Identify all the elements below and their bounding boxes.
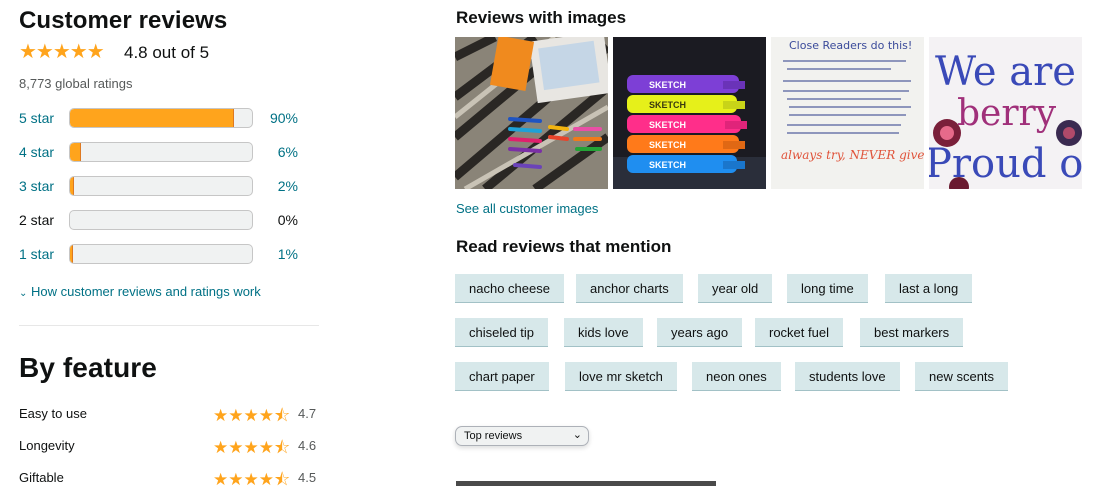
feature-name: Easy to use: [19, 406, 87, 421]
svg-text:SKETCH: SKETCH: [649, 100, 686, 110]
review-image-2[interactable]: SKETCH SKETCH SKETCH SKETCH SKETCH: [613, 37, 766, 189]
sort-select[interactable]: Top reviews ⌄: [455, 426, 589, 446]
histogram-star-label[interactable]: 4 star: [19, 144, 54, 160]
feature-rating-value: 4.6: [298, 438, 317, 453]
histogram-bar: [69, 244, 253, 264]
histogram-percent[interactable]: 90%: [258, 110, 298, 126]
histogram-bar: [69, 142, 253, 162]
histogram-bar: [69, 108, 253, 128]
chart-heading: Close Readers do this!: [789, 39, 912, 52]
histogram-percent[interactable]: 2%: [258, 178, 298, 194]
chart-footer: always try, NEVER give up!: [781, 148, 924, 162]
berry-text-3: Proud of You: [929, 141, 1082, 187]
mention-chip[interactable]: new scents: [915, 362, 1009, 391]
mention-chip[interactable]: last a long: [885, 274, 973, 303]
mention-chip[interactable]: rocket fuel: [755, 318, 843, 347]
feature-row: Longevity ★★★★⯪ 4.6: [19, 436, 319, 457]
berry-text: We are: [935, 49, 1076, 95]
chevron-down-icon: ⌄: [19, 288, 28, 299]
mention-chip[interactable]: love mr sketch: [565, 362, 677, 391]
review-image-1[interactable]: [455, 37, 608, 189]
mention-chip[interactable]: year old: [698, 274, 773, 303]
histogram-row[interactable]: 4 star 6%: [19, 142, 319, 164]
histogram-bar-fill: [70, 109, 234, 127]
feature-stars-icon: ★★★★⯪: [213, 406, 291, 425]
review-image-4[interactable]: We are berry Proud of You: [929, 37, 1082, 189]
rating-stars: ★★★★★: [19, 39, 105, 64]
feature-row: Easy to use ★★★★⯪ 4.7: [19, 404, 319, 425]
divider: [19, 325, 319, 326]
feature-rating-value: 4.5: [298, 470, 317, 485]
histogram-percent: 0%: [277, 212, 298, 228]
histogram-bar-fill: [70, 177, 74, 195]
chevron-down-icon: ⌄: [572, 429, 582, 441]
histogram-row[interactable]: 3 star 2%: [19, 176, 319, 198]
how-reviews-work-link[interactable]: ⌄ How customer reviews and ratings work: [19, 284, 261, 299]
histogram-row[interactable]: 5 star 90%: [19, 108, 319, 130]
feature-rating-value: 4.7: [298, 406, 317, 421]
histogram-star-label[interactable]: 5 star: [19, 110, 54, 126]
svg-text:SKETCH: SKETCH: [649, 140, 686, 150]
svg-text:SKETCH: SKETCH: [649, 160, 686, 170]
feature-name: Longevity: [19, 438, 75, 453]
mention-chip[interactable]: nacho cheese: [455, 274, 564, 303]
histogram-star-label[interactable]: 1 star: [19, 246, 54, 262]
histogram-percent[interactable]: 1%: [258, 246, 298, 262]
markers-on-rug-image: [455, 37, 608, 189]
global-ratings-count: 8,773 global ratings: [19, 76, 133, 91]
rating-text: 4.8 out of 5: [124, 43, 210, 62]
mention-chip[interactable]: chart paper: [455, 362, 549, 391]
sort-select-value: Top reviews: [464, 430, 523, 442]
berry-proud-image: We are berry Proud of You: [929, 37, 1082, 189]
see-all-images-link[interactable]: See all customer images: [456, 201, 598, 216]
by-feature-title: By feature: [19, 352, 157, 383]
mention-chip[interactable]: students love: [795, 362, 900, 391]
how-reviews-work-label: How customer reviews and ratings work: [31, 284, 261, 299]
histogram-bar-fill: [70, 143, 81, 161]
mention-chip[interactable]: best markers: [860, 318, 964, 347]
svg-text:SKETCH: SKETCH: [649, 120, 686, 130]
anchor-chart-image: Close Readers do this! always try, NEVER…: [771, 37, 924, 189]
histogram-percent[interactable]: 6%: [258, 144, 298, 160]
feature-name: Giftable: [19, 470, 64, 485]
histogram-bar: [69, 176, 253, 196]
berry-text-2: berry: [957, 93, 1057, 134]
mention-chip[interactable]: long time: [787, 274, 868, 303]
histogram-star-label: 2 star: [19, 212, 55, 228]
mention-chip[interactable]: years ago: [657, 318, 743, 347]
histogram-bar: [69, 210, 253, 230]
svg-text:SKETCH: SKETCH: [649, 80, 686, 90]
customer-reviews-title: Customer reviews: [19, 7, 228, 34]
review-image-3[interactable]: Close Readers do this! always try, NEVER…: [771, 37, 924, 189]
mention-chip[interactable]: neon ones: [692, 362, 781, 391]
reviews-with-images-title: Reviews with images: [456, 8, 627, 27]
feature-stars-icon: ★★★★⯪: [213, 438, 291, 457]
read-reviews-mention-title: Read reviews that mention: [456, 237, 672, 256]
mention-chip[interactable]: chiseled tip: [455, 318, 549, 347]
star-icons: ★★★★★: [19, 41, 105, 63]
histogram-row: 2 star 0%: [19, 210, 319, 232]
histogram-row[interactable]: 1 star 1%: [19, 244, 319, 266]
feature-stars-icon: ★★★★⯪: [213, 470, 291, 489]
mention-chip[interactable]: kids love: [564, 318, 643, 347]
histogram-bar-fill: [70, 245, 73, 263]
mention-chip[interactable]: anchor charts: [576, 274, 683, 303]
feature-row: Giftable ★★★★⯪ 4.5: [19, 468, 319, 489]
histogram-star-label[interactable]: 3 star: [19, 178, 54, 194]
neon-markers-image: SKETCH SKETCH SKETCH SKETCH SKETCH: [613, 37, 766, 189]
